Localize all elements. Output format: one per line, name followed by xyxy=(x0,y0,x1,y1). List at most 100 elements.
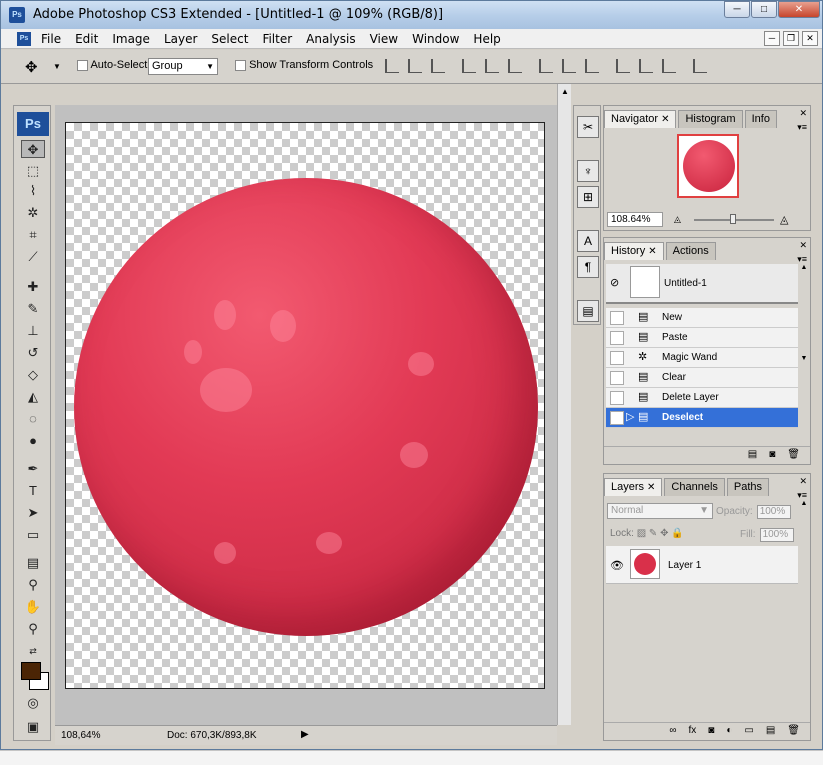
doc-restore-button[interactable]: ❐ xyxy=(783,31,799,46)
paint-bucket-tool-icon[interactable]: ◭ xyxy=(21,388,45,406)
lock-image-icon[interactable]: ✎ xyxy=(649,528,657,539)
auto-align-icon[interactable] xyxy=(693,59,707,73)
history-source-checkbox[interactable] xyxy=(610,371,624,385)
close-icon[interactable]: ✕ xyxy=(799,108,807,119)
align-right-icon[interactable] xyxy=(508,59,522,73)
close-icon[interactable]: ✕ xyxy=(647,482,655,493)
menu-view[interactable]: View xyxy=(370,32,398,46)
eraser-tool-icon[interactable]: ◇ xyxy=(21,366,45,384)
layer-row[interactable]: 👁 Layer 1 xyxy=(606,546,798,584)
document-icon[interactable]: Ps xyxy=(17,32,31,46)
character-icon[interactable]: A xyxy=(577,230,599,252)
show-transform-checkbox[interactable] xyxy=(235,59,246,71)
tab-info[interactable]: Info xyxy=(744,110,777,128)
history-source-checkbox[interactable] xyxy=(610,411,624,425)
dodge-tool-icon[interactable]: ● xyxy=(21,432,45,450)
new-document-from-state-icon[interactable]: ▤ xyxy=(748,449,757,460)
layer-mask-icon[interactable]: ◙ xyxy=(708,725,714,736)
blur-tool-icon[interactable]: ◌ xyxy=(21,410,45,428)
new-snapshot-icon[interactable]: ◙ xyxy=(769,449,775,460)
distribute-hcenter-icon[interactable] xyxy=(639,59,653,73)
slice-tool-icon[interactable]: ⟋ xyxy=(21,248,45,266)
adjustment-layer-icon[interactable]: ◐ xyxy=(726,725,732,736)
tab-channels[interactable]: Channels xyxy=(664,478,725,496)
history-source-checkbox[interactable] xyxy=(610,391,624,405)
zoom-level[interactable]: 108,64% xyxy=(61,730,100,741)
close-icon[interactable]: ✕ xyxy=(661,114,669,125)
history-snapshot[interactable]: ⊘ Untitled-1 xyxy=(606,264,798,304)
auto-select-checkbox-group[interactable]: Auto-Select: xyxy=(77,59,150,71)
opacity-field[interactable]: 100% xyxy=(756,505,791,519)
foreground-color-swatch[interactable] xyxy=(21,662,41,680)
tab-actions[interactable]: Actions xyxy=(665,242,716,260)
layer-comps-icon[interactable]: ▤ xyxy=(577,300,599,322)
lock-position-icon[interactable]: ✥ xyxy=(660,528,668,539)
doc-close-button[interactable]: ✕ xyxy=(802,31,818,46)
fill-control[interactable]: Fill: 100% xyxy=(740,528,794,542)
distribute-top-icon[interactable] xyxy=(539,59,553,73)
new-group-icon[interactable]: ▭ xyxy=(744,725,753,736)
new-layer-icon[interactable]: ▤ xyxy=(766,725,775,736)
distribute-right-icon[interactable] xyxy=(662,59,676,73)
scroll-up-icon[interactable]: ▲ xyxy=(558,84,572,100)
link-layers-icon[interactable]: ∞ xyxy=(669,725,676,736)
type-tool-icon[interactable]: T xyxy=(21,482,45,500)
lock-transparent-icon[interactable]: ▨ xyxy=(637,528,646,539)
tab-history[interactable]: History ✕ xyxy=(604,242,664,260)
distribute-bottom-icon[interactable] xyxy=(585,59,599,73)
doc-minimize-button[interactable]: ─ xyxy=(764,31,780,46)
layer-style-icon[interactable]: fx xyxy=(689,725,697,736)
canvas-vertical-scrollbar[interactable]: ▲ xyxy=(557,84,571,725)
photoshop-logo[interactable]: Ps xyxy=(17,112,49,136)
history-brush-source-icon[interactable]: ⊘ xyxy=(610,276,619,289)
paragraph-icon[interactable]: ¶ xyxy=(577,256,599,278)
brush-tool-icon[interactable]: ✎ xyxy=(21,300,45,318)
minimize-button[interactable]: ─ xyxy=(724,1,750,18)
align-bottom-icon[interactable] xyxy=(431,59,445,73)
menu-edit[interactable]: Edit xyxy=(75,32,98,46)
tool-presets-icon[interactable]: ✂ xyxy=(577,116,599,138)
brushes-icon[interactable]: ♆ xyxy=(577,160,599,182)
show-transform-checkbox-group[interactable]: Show Transform Controls xyxy=(235,59,373,71)
move-tool-preset-icon[interactable]: ✥ xyxy=(25,58,38,76)
history-step[interactable]: ▤ Paste xyxy=(606,328,798,348)
delete-state-icon[interactable]: 🗑 xyxy=(787,449,800,460)
delete-layer-icon[interactable]: 🗑 xyxy=(787,725,800,736)
history-step-selected[interactable]: ▷ ▤ Deselect xyxy=(606,408,798,428)
tab-histogram[interactable]: Histogram xyxy=(678,110,743,128)
clone-stamp-tool-icon[interactable]: ⊥ xyxy=(21,322,45,340)
clone-source-icon[interactable]: ⊞ xyxy=(577,186,599,208)
zoom-in-icon[interactable]: ◬ xyxy=(780,213,788,226)
history-source-checkbox[interactable] xyxy=(610,351,624,365)
navigator-preview[interactable] xyxy=(677,134,739,198)
swap-colors-icon[interactable]: ⇄ xyxy=(21,642,45,660)
history-step[interactable]: ▤ Delete Layer xyxy=(606,388,798,408)
status-menu-arrow-icon[interactable]: ▶ xyxy=(301,729,309,740)
menu-analysis[interactable]: Analysis xyxy=(306,32,355,46)
hand-tool-icon[interactable]: ✋ xyxy=(21,598,45,616)
document-canvas-area[interactable] xyxy=(55,105,557,725)
lasso-tool-icon[interactable]: ⌇ xyxy=(21,182,45,200)
move-tool-icon[interactable]: ✥ xyxy=(21,140,45,158)
distribute-vcenter-icon[interactable] xyxy=(562,59,576,73)
align-left-icon[interactable] xyxy=(462,59,476,73)
menu-window[interactable]: Window xyxy=(412,32,459,46)
fill-field[interactable]: 100% xyxy=(759,528,794,542)
navigator-zoom-field[interactable]: 108.64% xyxy=(607,212,663,227)
quick-mask-icon[interactable]: ◎ xyxy=(21,694,45,712)
menu-help[interactable]: Help xyxy=(473,32,500,46)
shape-tool-icon[interactable]: ▭ xyxy=(21,526,45,544)
healing-brush-tool-icon[interactable]: ✚ xyxy=(21,278,45,296)
visibility-eye-icon[interactable]: 👁 xyxy=(610,559,624,572)
crop-tool-icon[interactable]: ⌗ xyxy=(21,226,45,244)
path-selection-tool-icon[interactable]: ➤ xyxy=(21,504,45,522)
lock-all-icon[interactable]: 🔒 xyxy=(671,528,683,539)
opacity-control[interactable]: Opacity: 100% xyxy=(716,505,791,519)
align-top-icon[interactable] xyxy=(385,59,399,73)
document-canvas[interactable] xyxy=(65,122,545,689)
notes-tool-icon[interactable]: ▤ xyxy=(21,554,45,572)
menu-filter[interactable]: Filter xyxy=(262,32,292,46)
close-icon[interactable]: ✕ xyxy=(648,246,656,257)
history-source-checkbox[interactable] xyxy=(610,331,624,345)
history-step[interactable]: ▤ New xyxy=(606,308,798,328)
